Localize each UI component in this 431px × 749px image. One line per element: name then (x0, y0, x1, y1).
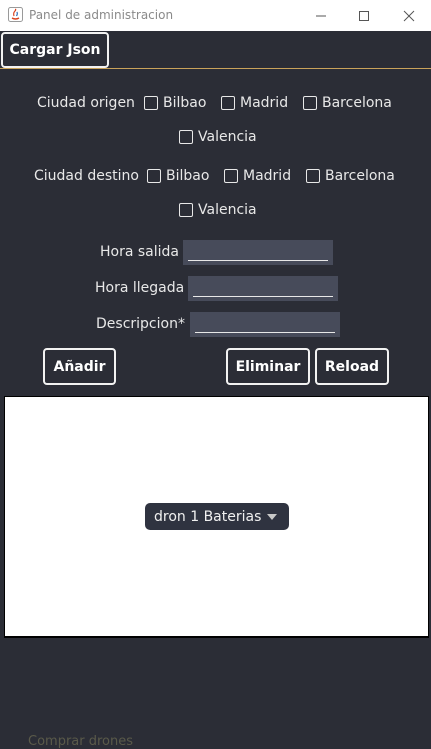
delete-button[interactable]: Eliminar (226, 348, 310, 385)
origin-checkbox-barcelona[interactable] (303, 96, 317, 110)
destination-option-madrid: Madrid (243, 168, 292, 184)
chevron-down-icon (267, 514, 277, 520)
maximize-icon (359, 10, 369, 21)
window-titlebar: Panel de administracion (0, 0, 431, 31)
description-field[interactable] (190, 312, 340, 337)
origin-option-valencia: Valencia (198, 129, 257, 145)
destination-checkbox-bilbao[interactable] (147, 169, 161, 183)
origin-option-madrid: Madrid (240, 95, 289, 111)
destination-checkbox-madrid[interactable] (224, 169, 238, 183)
departure-input[interactable] (183, 240, 333, 265)
arrival-field[interactable] (188, 276, 338, 301)
combo-selected-value: dron 1 Baterias (154, 508, 262, 525)
maximize-button[interactable] (341, 0, 387, 31)
departure-label: Hora salida (100, 244, 179, 260)
origin-option-barcelona: Barcelona (322, 95, 392, 111)
arrival-label: Hora llegada (95, 280, 185, 296)
minimize-icon (316, 15, 326, 16)
drone-battery-combobox[interactable]: dron 1 Baterias (145, 503, 289, 530)
origin-option-bilbao: Bilbao (163, 95, 207, 111)
destination-option-bilbao: Bilbao (166, 168, 210, 184)
origin-checkbox-bilbao[interactable] (144, 96, 158, 110)
origin-checkbox-madrid[interactable] (221, 96, 235, 110)
origin-label: Ciudad origen (37, 95, 135, 111)
destination-option-barcelona: Barcelona (325, 168, 395, 184)
description-label: Descripcion* (96, 316, 185, 332)
add-button[interactable]: Añadir (43, 348, 116, 385)
destination-checkbox-barcelona[interactable] (306, 169, 320, 183)
reload-button[interactable]: Reload (315, 348, 389, 385)
destination-option-valencia: Valencia (198, 202, 257, 218)
arrival-input[interactable] (188, 276, 338, 301)
description-input[interactable] (190, 312, 340, 337)
footer-text: Comprar drones (28, 734, 134, 749)
destination-checkbox-valencia[interactable] (179, 203, 193, 217)
close-icon (403, 10, 415, 21)
close-button[interactable] (386, 0, 431, 31)
destination-label: Ciudad destino (34, 168, 139, 184)
departure-field[interactable] (183, 240, 333, 265)
window-title: Panel de administracion (29, 8, 174, 22)
load-json-button[interactable]: Cargar Json (1, 32, 109, 68)
origin-checkbox-valencia[interactable] (179, 130, 193, 144)
java-app-icon (8, 7, 23, 22)
minimize-button[interactable] (298, 0, 344, 31)
